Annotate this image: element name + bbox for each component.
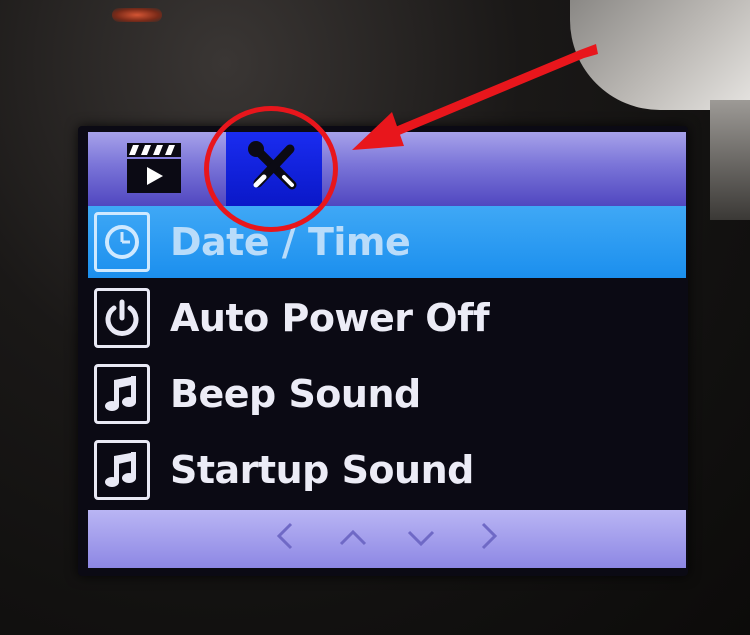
menu-item-auto-power-off[interactable]: Auto Power Off [88,282,686,354]
menu-tab-bar [88,132,686,206]
nav-left-icon[interactable] [268,521,302,557]
menu-item-label: Beep Sound [170,372,421,416]
camera-photo: Date / Time Auto Power Off Beep Sound St… [0,0,750,635]
music-note-icon [94,440,150,500]
menu-item-beep-sound[interactable]: Beep Sound [88,358,686,430]
menu-item-label: Auto Power Off [170,296,490,340]
navigation-bar [88,510,686,568]
status-led [112,8,162,22]
music-note-icon [94,364,150,424]
clock-icon [94,212,150,272]
highlight-circle-annotation [204,106,338,232]
menu-item-date-time[interactable]: Date / Time [88,206,686,278]
menu-item-label: Startup Sound [170,448,474,492]
setup-menu: Date / Time Auto Power Off Beep Sound St… [88,206,686,511]
power-icon [94,288,150,348]
background-light [570,0,750,110]
film-clapper-icon [123,139,185,199]
nav-right-icon[interactable] [472,521,506,557]
background-light-edge [710,100,750,220]
nav-down-icon[interactable] [404,524,438,554]
tab-video[interactable] [108,132,200,206]
nav-up-icon[interactable] [336,524,370,554]
menu-item-startup-sound[interactable]: Startup Sound [88,434,686,506]
dashcam-screen: Date / Time Auto Power Off Beep Sound St… [78,126,688,576]
